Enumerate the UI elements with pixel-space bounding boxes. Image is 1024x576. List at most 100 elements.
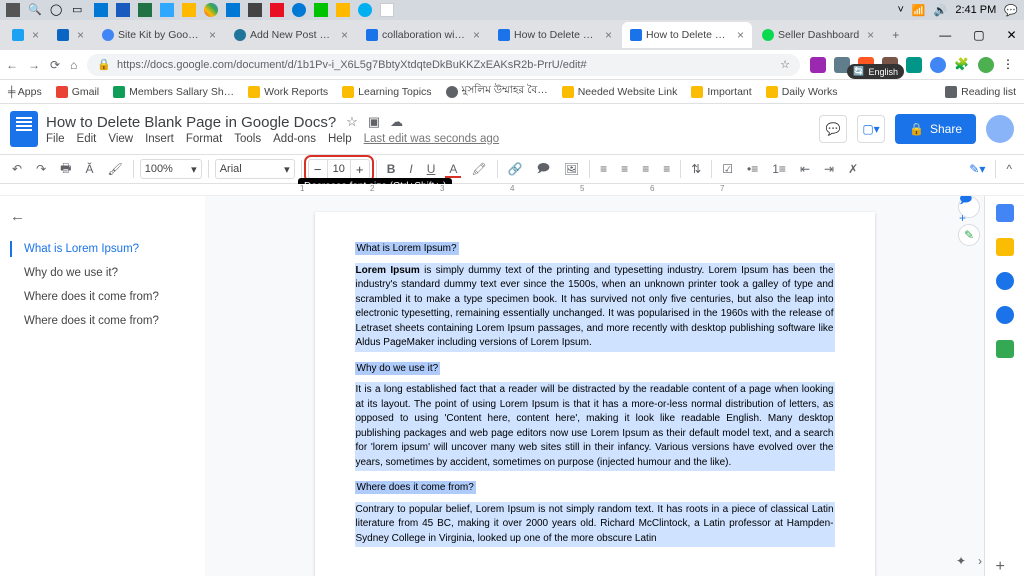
explore-button[interactable]: ✦	[956, 554, 966, 568]
close-icon[interactable]: ×	[867, 28, 874, 42]
extension-icon[interactable]	[906, 57, 922, 73]
chrome-icon[interactable]	[204, 3, 218, 17]
side-panel-toggle[interactable]: ›	[978, 554, 982, 568]
close-icon[interactable]: ×	[737, 28, 744, 42]
font-select[interactable]: Arial▾	[215, 159, 295, 179]
calendar-icon[interactable]	[996, 204, 1014, 222]
align-justify-button[interactable]: ≡	[659, 160, 674, 178]
menu-format[interactable]: Format	[186, 133, 222, 145]
app-icon[interactable]	[94, 3, 108, 17]
tab-docs2[interactable]: How to Delete a Pa×	[490, 22, 620, 48]
align-left-button[interactable]: ≡	[596, 160, 611, 178]
home-button[interactable]: ⌂	[70, 58, 77, 72]
paint-format-button[interactable]: 🖌	[103, 160, 126, 178]
outline-item[interactable]: Where does it come from?	[10, 285, 195, 309]
extensions-menu[interactable]: 🧩	[954, 57, 970, 73]
tab-twitter[interactable]: ×	[4, 22, 47, 48]
print-button[interactable]: 🖶	[56, 157, 75, 182]
bookmark[interactable]: মুসলিম উম্মাহর বৈ…	[446, 83, 548, 100]
document-canvas[interactable]: 🗩+ ✎ What is Lorem Ipsum? Lorem Ipsum is…	[205, 196, 984, 576]
menu-help[interactable]: Help	[328, 133, 352, 145]
start-icon[interactable]	[6, 3, 20, 17]
tray-icon[interactable]: ˅	[897, 4, 903, 16]
bullet-list-button[interactable]: •≡	[743, 160, 762, 178]
cortana-icon[interactable]: ◯	[50, 3, 64, 17]
wifi-icon[interactable]: 📶	[912, 4, 926, 17]
reload-button[interactable]: ⟳	[50, 58, 60, 72]
tasks-icon[interactable]	[996, 272, 1014, 290]
italic-button[interactable]: I	[405, 160, 416, 178]
checklist-button[interactable]: ☑	[718, 160, 737, 178]
add-comment-chip[interactable]: 🗩+	[958, 196, 980, 218]
bold-button[interactable]: B	[383, 160, 400, 178]
increase-indent-button[interactable]: ⇥	[820, 160, 838, 178]
url-input[interactable]: 🔒 https://docs.google.com/document/d/1b1…	[87, 54, 800, 76]
folder-icon[interactable]	[336, 3, 350, 17]
comments-button[interactable]: 💬	[819, 115, 847, 143]
app-icon[interactable]	[116, 3, 130, 17]
close-icon[interactable]: ×	[77, 28, 84, 42]
zoom-select[interactable]: 100%▾	[140, 159, 202, 179]
paragraph[interactable]: Lorem Ipsum is simply dummy text of the …	[355, 263, 835, 352]
translate-popup[interactable]: 🔄 English	[847, 64, 904, 79]
bookmark[interactable]: Learning Topics	[342, 86, 431, 98]
align-center-button[interactable]: ≡	[617, 160, 632, 178]
tab-seller[interactable]: Seller Dashboard×	[754, 22, 882, 48]
keep-icon[interactable]	[996, 238, 1014, 256]
notifications-icon[interactable]: 💬	[1004, 4, 1018, 17]
menu-addons[interactable]: Add-ons	[273, 133, 316, 145]
suggest-chip[interactable]: ✎	[958, 224, 980, 246]
text-color-button[interactable]: A	[445, 160, 461, 178]
app-icon[interactable]	[270, 3, 284, 17]
star-icon[interactable]: ☆	[346, 114, 358, 130]
add-addon-icon[interactable]: +	[996, 558, 1014, 576]
back-button[interactable]: ←	[6, 58, 18, 72]
new-tab-button[interactable]: +	[884, 28, 907, 42]
reading-list-button[interactable]: Reading list	[945, 86, 1016, 98]
close-icon[interactable]: ×	[605, 28, 612, 42]
clear-format-button[interactable]: ✗	[844, 160, 862, 178]
app-icon[interactable]	[160, 3, 174, 17]
align-right-button[interactable]: ≡	[638, 160, 653, 178]
bookmark[interactable]: Important	[691, 86, 751, 98]
edge-icon[interactable]	[292, 3, 306, 17]
close-window-icon[interactable]: ✕	[997, 28, 1024, 42]
menu-insert[interactable]: Insert	[145, 133, 174, 145]
decrease-indent-button[interactable]: ⇤	[796, 160, 814, 178]
font-size-input[interactable]: 10	[327, 160, 351, 178]
paragraph[interactable]: Contrary to popular belief, Lorem Ipsum …	[355, 502, 835, 548]
section-heading[interactable]: Why do we use it?	[355, 362, 441, 375]
underline-button[interactable]: U	[423, 160, 440, 178]
outline-item[interactable]: Why do we use it?	[10, 261, 195, 285]
share-button[interactable]: 🔒Share	[895, 114, 976, 144]
bookmark[interactable]: Needed Website Link	[562, 86, 678, 98]
menu-edit[interactable]: Edit	[77, 133, 97, 145]
search-icon[interactable]: 🔍	[28, 3, 42, 17]
tab-docs1[interactable]: collaboration with li×	[358, 22, 488, 48]
profile-avatar[interactable]	[978, 57, 994, 73]
forward-button[interactable]: →	[28, 58, 40, 72]
menu-tools[interactable]: Tools	[234, 133, 261, 145]
menu-view[interactable]: View	[108, 133, 133, 145]
line-spacing-button[interactable]: ⇅	[687, 160, 705, 178]
outline-item[interactable]: Where does it come from?	[10, 309, 195, 333]
app-icon[interactable]	[248, 3, 262, 17]
tab-linkedin[interactable]: ×	[49, 22, 92, 48]
app-icon[interactable]	[182, 3, 196, 17]
chrome-menu[interactable]: ⋮	[1002, 57, 1018, 73]
app-icon[interactable]	[314, 3, 328, 17]
bookmark[interactable]: Work Reports	[248, 86, 328, 98]
redo-button[interactable]: ↷	[32, 160, 50, 178]
app-icon[interactable]	[138, 3, 152, 17]
close-icon[interactable]: ×	[209, 28, 216, 42]
outline-back-button[interactable]: ←	[10, 208, 195, 225]
tab-docs3[interactable]: How to Delete Blan×	[622, 22, 752, 48]
star-icon[interactable]: ☆	[780, 58, 790, 71]
bookmark[interactable]: Members Sallary Sh…	[113, 86, 234, 98]
tab-wordpress[interactable]: Add New Post ‹ Blo×	[226, 22, 356, 48]
document-page[interactable]: What is Lorem Ipsum? Lorem Ipsum is simp…	[315, 212, 875, 576]
extension-icon[interactable]	[930, 57, 946, 73]
user-avatar[interactable]	[986, 115, 1014, 143]
volume-icon[interactable]: 🔊	[934, 4, 948, 17]
section-heading[interactable]: What is Lorem Ipsum?	[355, 242, 459, 255]
